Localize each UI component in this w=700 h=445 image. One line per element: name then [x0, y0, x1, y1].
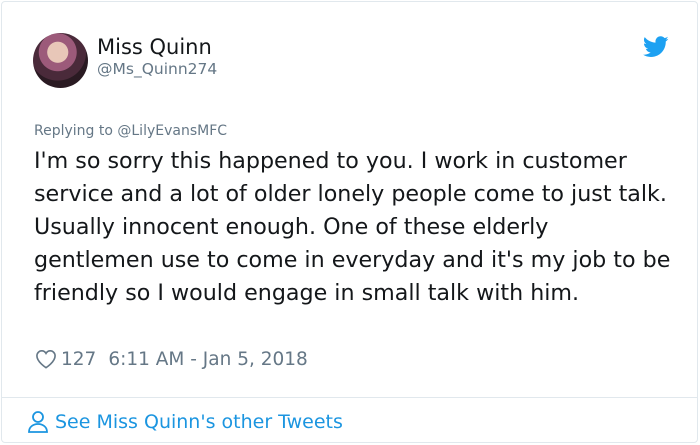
tweet-card: Miss Quinn @Ms_Quinn274 Replying to @Lil… — [1, 1, 698, 443]
author-handle[interactable]: @Ms_Quinn274 — [97, 60, 217, 78]
author-name[interactable]: Miss Quinn — [97, 35, 212, 59]
tweet-text: I'm so sorry this happened to you. I wor… — [34, 148, 671, 306]
tweet-timestamp[interactable]: 6:11 AM - Jan 5, 2018 — [108, 349, 308, 370]
replying-to[interactable]: Replying to @LilyEvansMFC — [34, 123, 227, 139]
like-count[interactable]: 127 — [61, 349, 96, 370]
twitter-bird-icon[interactable] — [643, 36, 669, 58]
heart-icon[interactable] — [35, 349, 57, 369]
avatar[interactable] — [33, 33, 88, 88]
see-other-tweets-label[interactable]: See Miss Quinn's other Tweets — [55, 411, 343, 433]
tweet-meta: 127 6:11 AM - Jan 5, 2018 — [35, 345, 308, 373]
divider — [2, 397, 697, 398]
see-other-tweets-link[interactable]: See Miss Quinn's other Tweets — [27, 408, 343, 436]
person-icon — [28, 411, 48, 433]
